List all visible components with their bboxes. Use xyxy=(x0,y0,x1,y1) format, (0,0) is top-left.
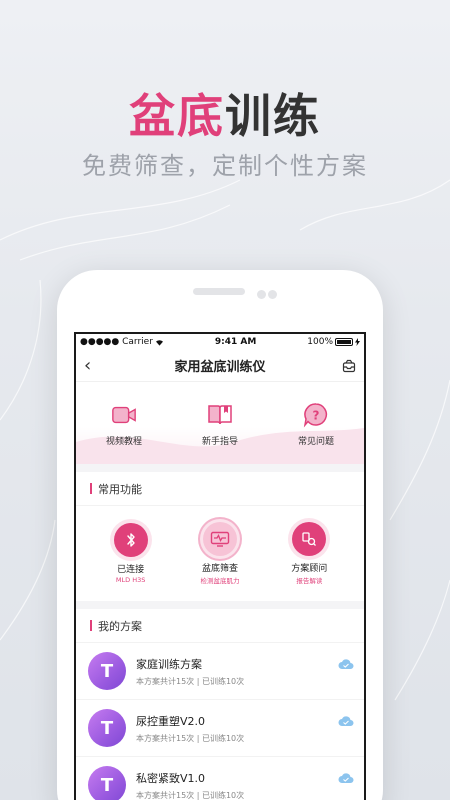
section-title: 我的方案 xyxy=(98,619,142,633)
phone-camera xyxy=(257,290,266,299)
status-left: ●●●●● Carrier xyxy=(80,337,164,347)
app-screen: ●●●●● Carrier 9:41 AM 100% ‹ 家用盆底训练仪 视频教… xyxy=(74,332,366,800)
func-sub: MLD H3S xyxy=(115,576,146,584)
advisor-icon xyxy=(292,522,327,556)
quick-link-label: 视频教程 xyxy=(105,436,142,447)
page-title: 家用盆底训练仪 xyxy=(174,360,266,375)
func-label: 已连接 xyxy=(117,565,145,575)
back-icon[interactable]: ‹ xyxy=(84,355,104,376)
plan-meta: 本方案共计15次 | 已训练10次 xyxy=(136,790,245,800)
plan-avatar: T xyxy=(88,709,126,747)
plan-name: 私密紧致V1.0 xyxy=(136,771,206,785)
func-connected[interactable]: 已连接 MLD H3S xyxy=(91,523,171,584)
quick-link-label: 常见问题 xyxy=(297,436,334,447)
cloud-check-icon xyxy=(338,769,354,788)
func-sub: 报告解读 xyxy=(296,577,323,585)
plan-text: 尿控重塑V2.0 本方案共计15次 | 已训练10次 xyxy=(136,713,354,744)
plan-name: 家庭训练方案 xyxy=(136,657,202,671)
promo-title-highlight: 盆底 xyxy=(129,89,225,143)
plan-text: 私密紧致V1.0 本方案共计15次 | 已训练10次 xyxy=(136,770,354,800)
func-screening[interactable]: 盆底筛查 检测盆底肌力 xyxy=(180,522,260,585)
status-time: 9:41 AM xyxy=(214,337,257,347)
nav-bar: ‹ 家用盆底训练仪 xyxy=(76,350,364,382)
svg-text:?: ? xyxy=(313,408,320,422)
promo-subtitle: 免费筛查，定制个性方案 xyxy=(82,152,368,180)
plan-item[interactable]: T 家庭训练方案 本方案共计15次 | 已训练10次 xyxy=(76,643,364,700)
cloud-check-icon xyxy=(338,655,354,674)
quick-link-video[interactable]: 视频教程 xyxy=(84,402,164,447)
func-advisor[interactable]: 方案顾问 报告解读 xyxy=(269,522,349,585)
bluetooth-icon xyxy=(113,523,148,557)
battery-percent: 100% xyxy=(307,337,333,347)
plan-meta: 本方案共计15次 | 已训练10次 xyxy=(136,676,245,686)
func-label: 方案顾问 xyxy=(291,564,328,574)
carrier-label: ●●●●● Carrier xyxy=(80,337,153,347)
question-icon: ? xyxy=(303,402,329,428)
monitor-icon xyxy=(202,522,237,556)
plan-item[interactable]: T 尿控重塑V2.0 本方案共计15次 | 已训练10次 xyxy=(76,700,364,757)
func-label: 盆底筛查 xyxy=(201,564,238,574)
promo-title-rest: 训练 xyxy=(225,89,321,143)
book-icon xyxy=(207,402,233,428)
phone-sensor xyxy=(268,290,277,299)
quick-link-guide[interactable]: 新手指导 xyxy=(180,402,260,447)
phone-frame: ●●●●● Carrier 9:41 AM 100% ‹ 家用盆底训练仪 视频教… xyxy=(57,270,383,800)
phone-speaker xyxy=(193,288,245,295)
status-bar: ●●●●● Carrier 9:41 AM 100% xyxy=(76,334,364,350)
plan-meta: 本方案共计15次 | 已训练10次 xyxy=(136,733,245,743)
charging-icon xyxy=(355,338,360,346)
section-divider xyxy=(76,601,364,609)
wifi-icon xyxy=(155,339,163,346)
video-icon xyxy=(111,402,137,428)
section-accent-bar xyxy=(90,483,92,494)
status-right: 100% xyxy=(307,337,360,347)
section-divider xyxy=(76,464,364,472)
inbox-button[interactable] xyxy=(336,359,356,373)
quick-link-label: 新手指导 xyxy=(201,436,238,447)
plan-name: 尿控重塑V2.0 xyxy=(136,714,206,728)
quick-link-faq[interactable]: ? 常见问题 xyxy=(276,402,356,447)
common-functions-header: 常用功能 xyxy=(76,472,364,506)
inbox-icon xyxy=(342,359,356,372)
func-sub: 检测盆底肌力 xyxy=(200,577,240,585)
quick-links: 视频教程 新手指导 ? 常见问题 xyxy=(76,382,364,464)
battery-icon xyxy=(335,338,353,346)
plan-avatar: T xyxy=(88,652,126,690)
cloud-check-icon xyxy=(338,712,354,731)
plan-item[interactable]: T 私密紧致V1.0 本方案共计15次 | 已训练10次 xyxy=(76,757,364,800)
common-functions: 已连接 MLD H3S 盆底筛查 检测盆底肌力 方案顾问 报告解读 xyxy=(76,506,364,601)
plan-text: 家庭训练方案 本方案共计15次 | 已训练10次 xyxy=(136,656,354,687)
promo-title: 盆底训练 xyxy=(0,80,450,146)
section-accent-bar xyxy=(90,620,92,631)
section-title: 常用功能 xyxy=(98,482,142,496)
plan-avatar: T xyxy=(88,766,126,800)
my-plans-header: 我的方案 xyxy=(76,609,364,643)
